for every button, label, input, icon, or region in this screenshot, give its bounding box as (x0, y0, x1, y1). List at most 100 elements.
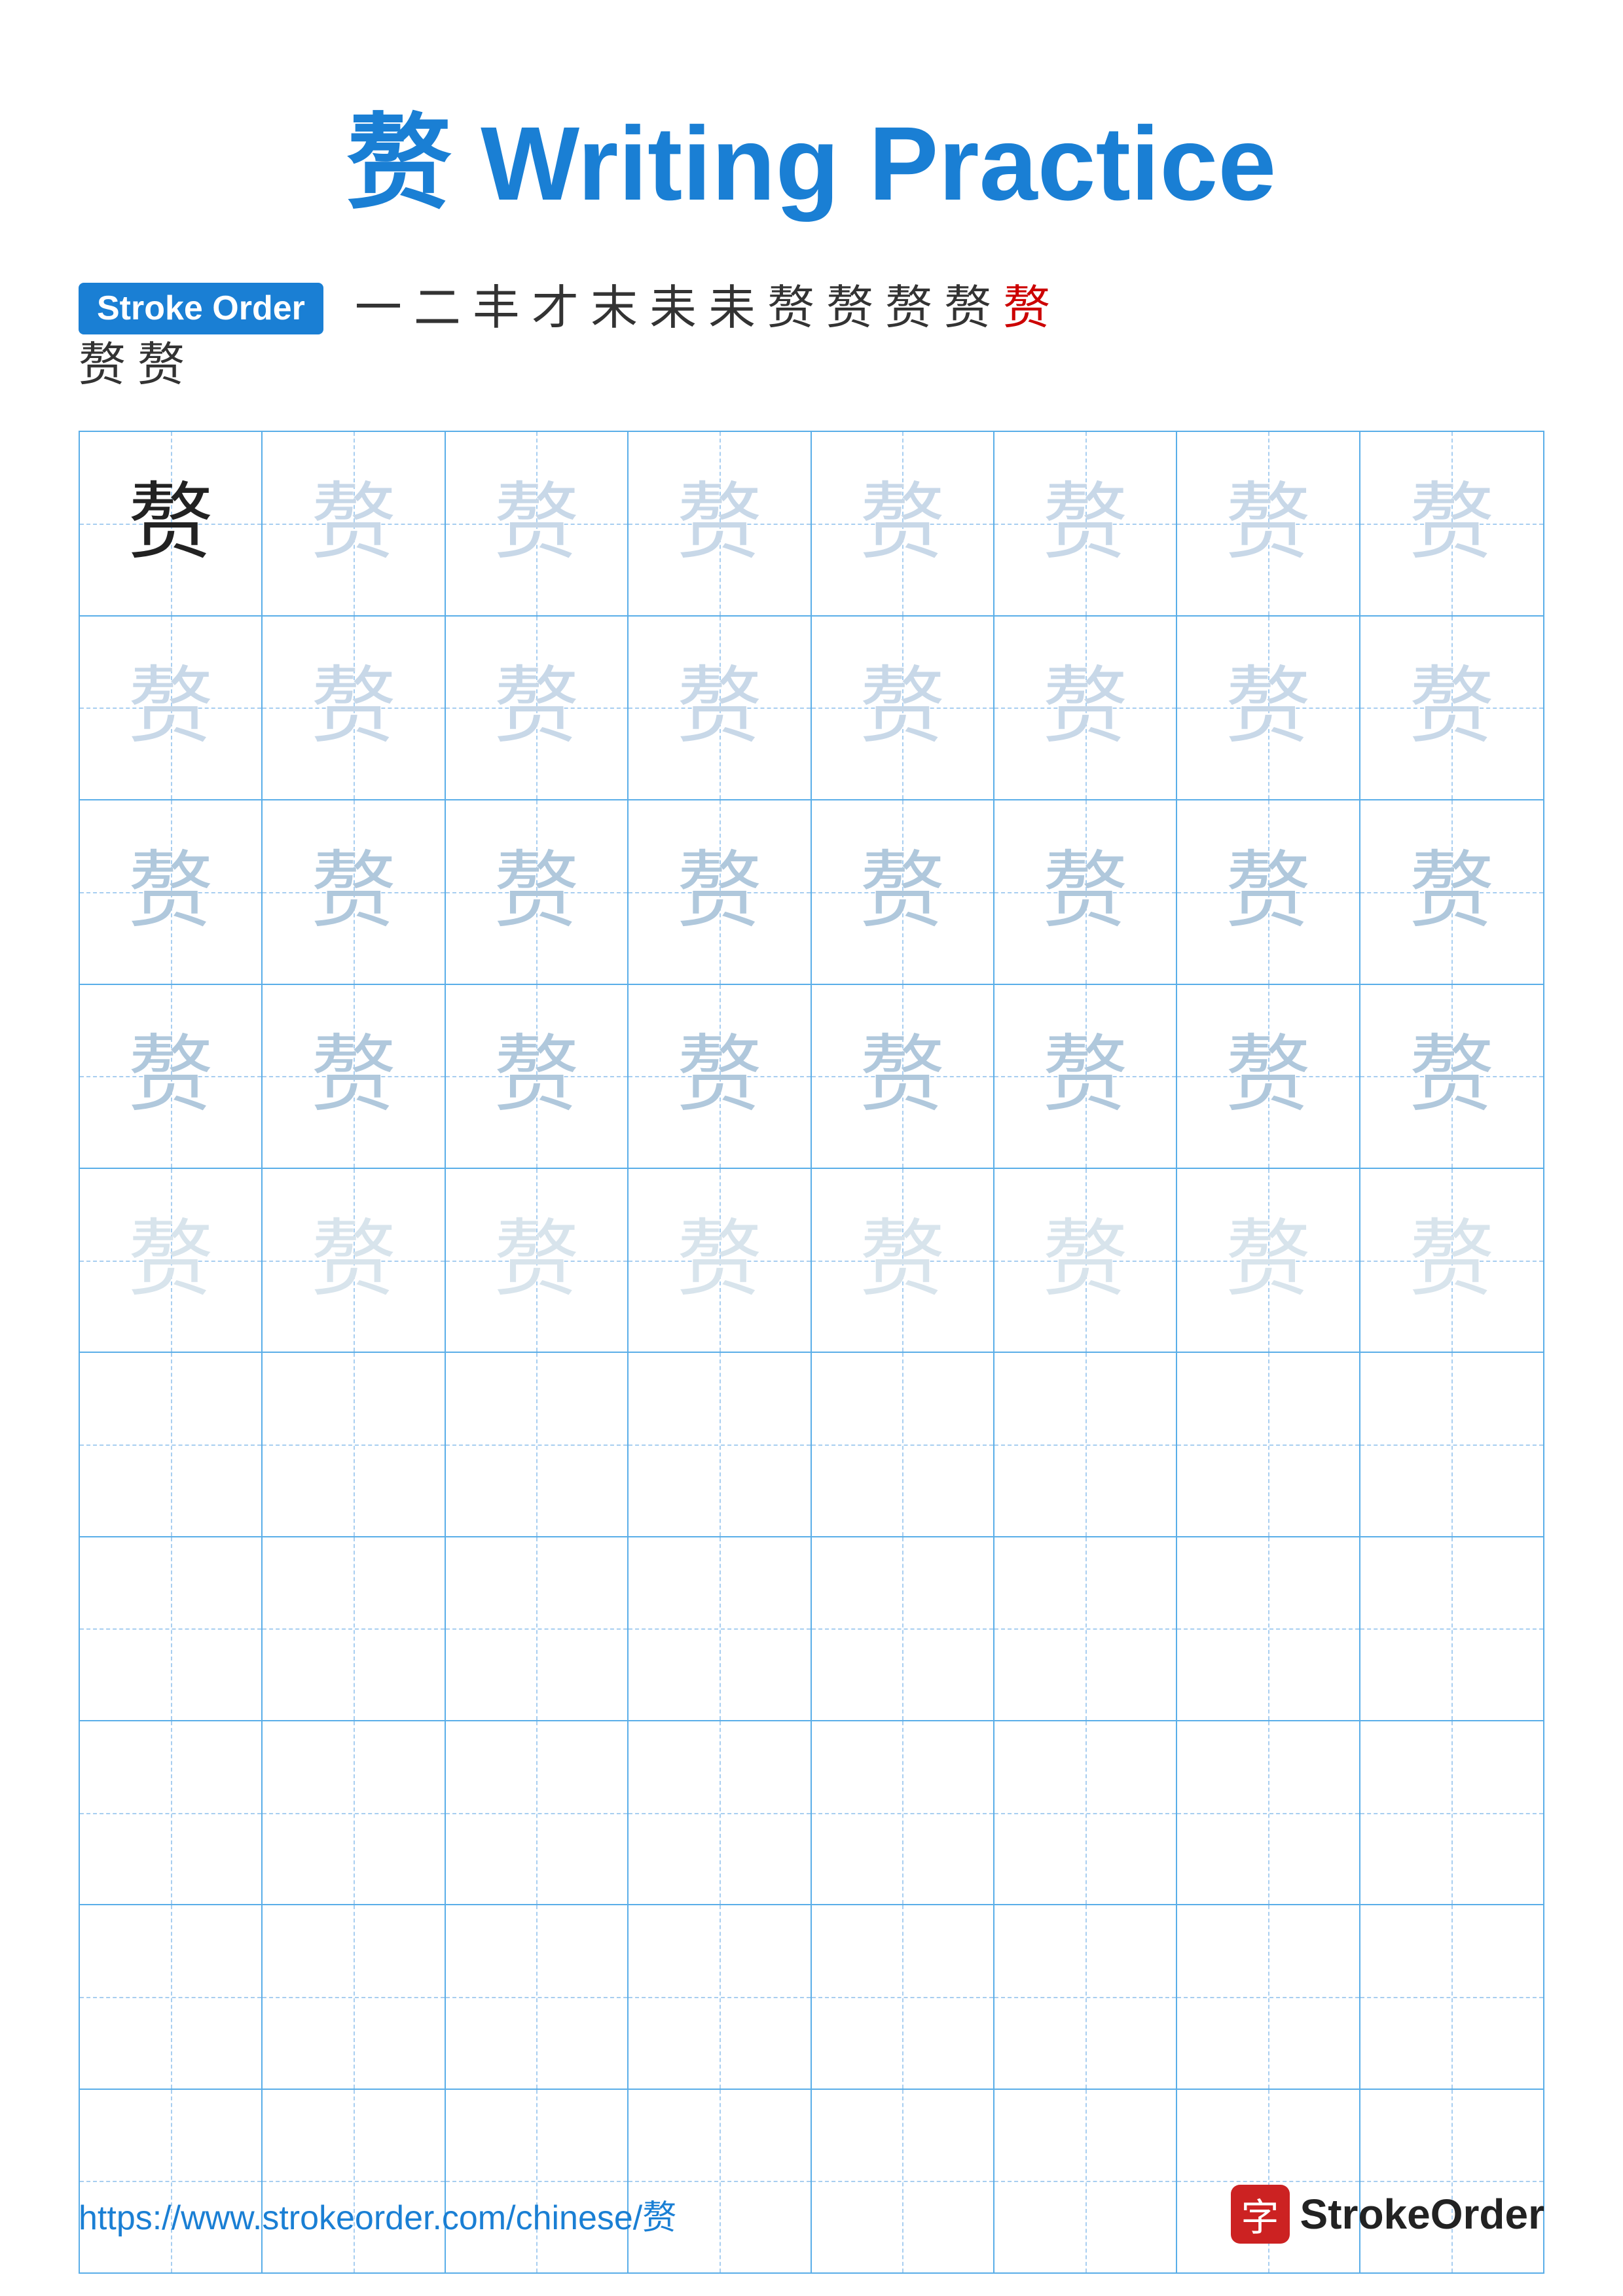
grid-cell-empty (80, 1353, 263, 1535)
grid-cell-empty (812, 1537, 994, 1720)
page: 赘 Writing Practice Stroke Order 一 二 丰 才 … (0, 0, 1623, 2296)
grid-cell-empty (1177, 1537, 1360, 1720)
grid-row-5: 赘 赘 赘 赘 赘 赘 赘 赘 (80, 1169, 1543, 1353)
grid-cell: 赘 (812, 432, 994, 615)
grid-cell-empty (812, 2090, 994, 2272)
grid-cell-empty (1177, 1905, 1360, 2088)
grid-cell-empty (1360, 1721, 1543, 1904)
grid-cell: 赘 (629, 985, 811, 1168)
practice-grid: 赘 赘 赘 赘 赘 赘 赘 赘 赘 赘 赘 赘 赘 赘 赘 赘 赘 赘 赘 赘 … (79, 431, 1544, 2274)
grid-cell: 赘 (263, 1169, 445, 1352)
grid-cell: 赘 (812, 800, 994, 983)
grid-cell-empty (80, 1905, 263, 2088)
grid-cell-empty (446, 2090, 629, 2272)
footer-url: https://www.strokeorder.com/chinese/赘 (79, 2190, 676, 2239)
grid-cell-empty (1177, 2090, 1360, 2272)
footer-brand: 字 StrokeOrder (1231, 2185, 1544, 2244)
grid-cell: 赘 (994, 985, 1177, 1168)
grid-cell: 赘 (1177, 1169, 1360, 1352)
grid-cell-empty (994, 1721, 1177, 1904)
grid-row-4: 赘 赘 赘 赘 赘 赘 赘 赘 (80, 985, 1543, 1169)
grid-cell-empty (1360, 1353, 1543, 1535)
grid-cell: 赘 (1177, 617, 1360, 799)
grid-cell-empty (629, 1537, 811, 1720)
stroke-row-1: Stroke Order 一 二 丰 才 末 耒 耒 赘 赘 赘 赘 赘 (79, 283, 1544, 334)
grid-cell-empty (629, 1353, 811, 1535)
grid-cell: 赘 (812, 617, 994, 799)
grid-cell: 赘 (1360, 800, 1543, 983)
grid-cell: 赘 (1360, 985, 1543, 1168)
grid-cell-empty (629, 1721, 811, 1904)
grid-row-6 (80, 1353, 1543, 1537)
grid-cell-empty (994, 1537, 1177, 1720)
grid-cell: 赘 (263, 985, 445, 1168)
stroke-row-2: 赘 赘 (79, 340, 1544, 391)
grid-cell: 赘 (629, 432, 811, 615)
grid-row-7 (80, 1537, 1543, 1721)
grid-row-9 (80, 1905, 1543, 2089)
grid-cell: 赘 (446, 985, 629, 1168)
grid-cell: 赘 (1360, 1169, 1543, 1352)
grid-cell: 赘 (1360, 617, 1543, 799)
grid-cell-empty (994, 1905, 1177, 2088)
grid-cell: 赘 (629, 1169, 811, 1352)
grid-cell: 赘 (80, 432, 263, 615)
title-section: 赘 Writing Practice (79, 79, 1544, 230)
grid-cell-empty (1177, 1721, 1360, 1904)
grid-cell-empty (1177, 1353, 1360, 1535)
grid-cell-empty (446, 1721, 629, 1904)
grid-cell-empty (812, 1905, 994, 2088)
grid-cell-empty (1360, 1905, 1543, 2088)
grid-cell: 赘 (263, 617, 445, 799)
grid-cell: 赘 (994, 617, 1177, 799)
grid-cell-empty (263, 1905, 445, 2088)
grid-cell: 赘 (994, 800, 1177, 983)
grid-cell-empty (812, 1353, 994, 1535)
grid-cell-empty (1360, 2090, 1543, 2272)
grid-cell: 赘 (446, 1169, 629, 1352)
grid-cell: 赘 (446, 432, 629, 615)
grid-cell: 赘 (1177, 432, 1360, 615)
grid-cell: 赘 (263, 432, 445, 615)
grid-cell-empty (263, 2090, 445, 2272)
grid-cell: 赘 (629, 800, 811, 983)
grid-cell: 赘 (263, 800, 445, 983)
grid-cell: 赘 (80, 1169, 263, 1352)
grid-cell-empty (1360, 1537, 1543, 1720)
grid-cell-empty (812, 1721, 994, 1904)
grid-cell: 赘 (1177, 985, 1360, 1168)
grid-cell: 赘 (80, 800, 263, 983)
grid-cell-empty (80, 1721, 263, 1904)
grid-cell-empty (994, 2090, 1177, 2272)
grid-cell-empty (446, 1353, 629, 1535)
grid-cell-empty (629, 2090, 811, 2272)
grid-cell: 赘 (1177, 800, 1360, 983)
grid-row-3: 赘 赘 赘 赘 赘 赘 赘 赘 (80, 800, 1543, 984)
grid-cell: 赘 (812, 985, 994, 1168)
grid-cell: 赘 (994, 432, 1177, 615)
grid-row-2: 赘 赘 赘 赘 赘 赘 赘 赘 (80, 617, 1543, 800)
grid-cell-empty (446, 1537, 629, 1720)
grid-cell-empty (263, 1721, 445, 1904)
grid-cell-empty (994, 1353, 1177, 1535)
stroke-order-badge: Stroke Order (79, 283, 323, 334)
grid-row-10 (80, 2090, 1543, 2272)
grid-cell: 赘 (629, 617, 811, 799)
grid-cell: 赘 (1360, 432, 1543, 615)
grid-cell: 赘 (80, 985, 263, 1168)
grid-cell: 赘 (994, 1169, 1177, 1352)
grid-cell-empty (80, 1537, 263, 1720)
grid-row-1: 赘 赘 赘 赘 赘 赘 赘 赘 (80, 432, 1543, 616)
grid-row-8 (80, 1721, 1543, 1905)
footer: https://www.strokeorder.com/chinese/赘 字 … (79, 2185, 1544, 2244)
grid-cell: 赘 (812, 1169, 994, 1352)
brand-name: StrokeOrder (1300, 2190, 1544, 2238)
grid-cell-empty (629, 1905, 811, 2088)
brand-icon: 字 (1231, 2185, 1290, 2244)
grid-cell-empty (446, 1905, 629, 2088)
stroke-order-section: Stroke Order 一 二 丰 才 末 耒 耒 赘 赘 赘 赘 赘 赘 赘 (79, 283, 1544, 391)
grid-cell-empty (80, 2090, 263, 2272)
grid-cell: 赘 (446, 800, 629, 983)
page-title: 赘 Writing Practice (347, 105, 1277, 222)
grid-cell: 赘 (80, 617, 263, 799)
